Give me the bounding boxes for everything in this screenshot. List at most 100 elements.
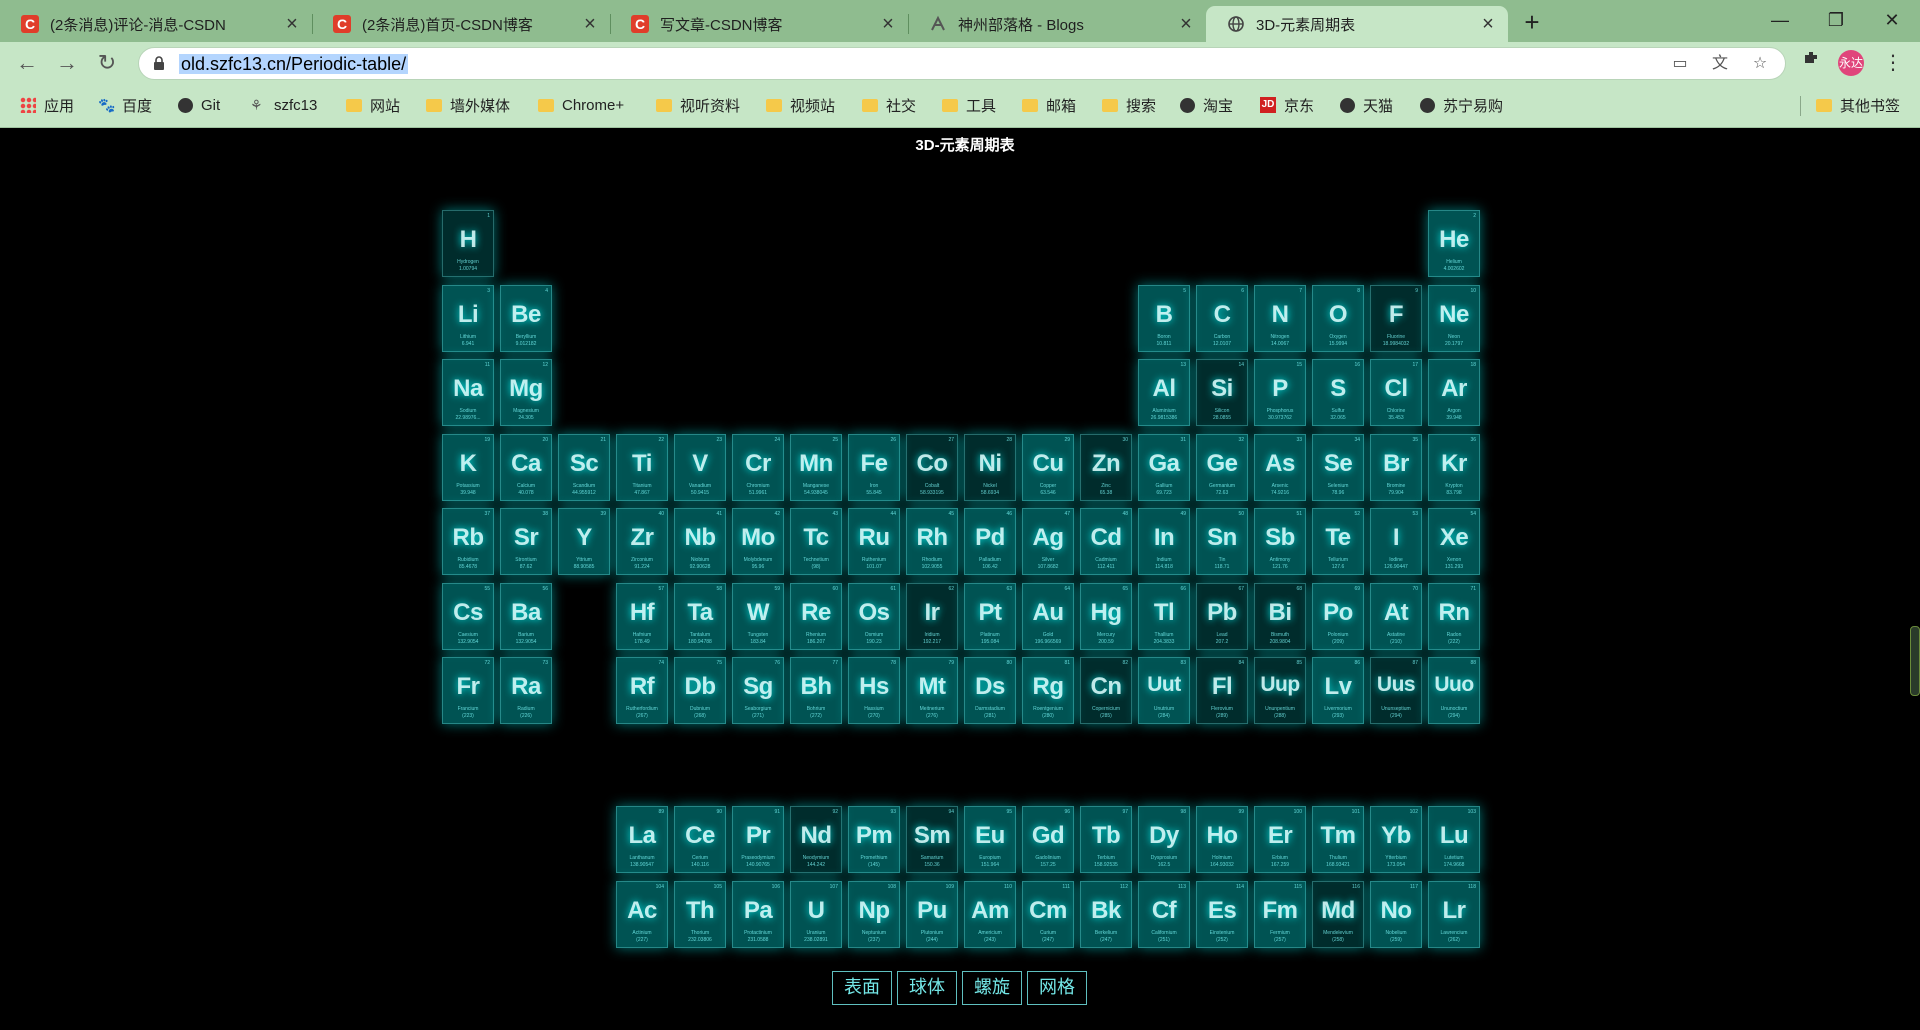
element-tile-na[interactable]: 11 Na Sodium 22.98976... [442, 359, 494, 426]
element-tile-he[interactable]: 2 He Helium 4.002602 [1428, 210, 1480, 277]
element-tile-es[interactable]: 114 Es Einstenium (252) [1196, 880, 1248, 948]
element-tile-mg[interactable]: 12 Mg Magnesium 24.305 [500, 359, 552, 426]
element-tile-at[interactable]: 70 At Astatine (210) [1370, 582, 1422, 650]
element-tile-hf[interactable]: 57 Hf Hafnium 178.49 [616, 582, 668, 650]
element-tile-ba[interactable]: 56 Ba Barium 132.9054 [500, 582, 552, 650]
element-tile-nd[interactable]: 92 Nd Neodymium 144.242 [790, 806, 842, 873]
element-tile-n[interactable]: 7 N Nitrogen 14.0067 [1254, 284, 1306, 352]
scrollbar-thumb[interactable] [1910, 626, 1920, 696]
element-tile-cm[interactable]: 111 Cm Curium (247) [1022, 880, 1074, 948]
element-tile-zr[interactable]: 40 Zr Zirconium 91.224 [616, 508, 668, 575]
element-tile-h[interactable]: 1 H Hydrogen 1.00794 [442, 210, 494, 277]
element-tile-li[interactable]: 3 Li Lithium 6.941 [442, 284, 494, 352]
element-tile-bk[interactable]: 112 Bk Berkelium (247) [1080, 880, 1132, 948]
element-tile-mt[interactable]: 79 Mt Meitnerium (276) [906, 657, 958, 724]
element-tile-w[interactable]: 59 W Tungsten 183.84 [732, 582, 784, 650]
element-tile-au[interactable]: 64 Au Gold 196.966569 [1022, 582, 1074, 650]
element-tile-eu[interactable]: 95 Eu Europium 151.964 [964, 806, 1016, 873]
element-tile-cd[interactable]: 48 Cd Cadmium 112.411 [1080, 508, 1132, 575]
element-tile-ne[interactable]: 10 Ne Neon 20.1797 [1428, 284, 1480, 352]
element-tile-f[interactable]: 9 F Fluorine 18.9984032 [1370, 284, 1422, 352]
element-tile-rg[interactable]: 81 Rg Roentgenium (280) [1022, 657, 1074, 724]
element-tile-i[interactable]: 53 I Iodine 126.90447 [1370, 508, 1422, 575]
element-tile-hg[interactable]: 65 Hg Mercury 200.59 [1080, 582, 1132, 650]
element-tile-se[interactable]: 34 Se Selenium 78.96 [1312, 433, 1364, 501]
element-tile-p[interactable]: 15 P Phosphorus 30.973762 [1254, 359, 1306, 426]
element-tile-pb[interactable]: 67 Pb Lead 207.2 [1196, 582, 1248, 650]
element-tile-nb[interactable]: 41 Nb Niobium 92.90628 [674, 508, 726, 575]
element-tile-sb[interactable]: 51 Sb Antimony 121.76 [1254, 508, 1306, 575]
element-tile-cr[interactable]: 24 Cr Chromium 51.9961 [732, 433, 784, 501]
element-tile-ce[interactable]: 90 Ce Cerium 140.116 [674, 806, 726, 873]
element-tile-hs[interactable]: 78 Hs Hassium (270) [848, 657, 900, 724]
element-tile-fm[interactable]: 115 Fm Fermium (257) [1254, 880, 1306, 948]
element-tile-y[interactable]: 39 Y Yttrium 88.90585 [558, 508, 610, 575]
element-tile-er[interactable]: 100 Er Erbium 167.259 [1254, 806, 1306, 873]
element-tile-rb[interactable]: 37 Rb Rubidium 85.4678 [442, 508, 494, 575]
element-tile-ar[interactable]: 18 Ar Argon 39.948 [1428, 359, 1480, 426]
element-tile-fl[interactable]: 84 Fl Flerovium (289) [1196, 657, 1248, 724]
element-tile-tb[interactable]: 97 Tb Terbium 158.92535 [1080, 806, 1132, 873]
element-tile-ni[interactable]: 28 Ni Nickel 58.6934 [964, 433, 1016, 501]
element-tile-uus[interactable]: 87 Uus Ununseptium (294) [1370, 657, 1422, 724]
element-tile-os[interactable]: 61 Os Osmium 190.23 [848, 582, 900, 650]
element-tile-ir[interactable]: 62 Ir Iridium 192.217 [906, 582, 958, 650]
element-tile-rh[interactable]: 45 Rh Rhodium 102.9055 [906, 508, 958, 575]
element-tile-ho[interactable]: 99 Ho Holmium 164.93032 [1196, 806, 1248, 873]
element-tile-si[interactable]: 14 Si Silicon 28.0855 [1196, 359, 1248, 426]
element-tile-cf[interactable]: 113 Cf Californium (251) [1138, 880, 1190, 948]
element-tile-np[interactable]: 108 Np Neptunium (237) [848, 880, 900, 948]
element-tile-xe[interactable]: 54 Xe Xenon 131.293 [1428, 508, 1480, 575]
element-tile-sn[interactable]: 50 Sn Tin 118.71 [1196, 508, 1248, 575]
element-tile-yb[interactable]: 102 Yb Ytterbium 173.054 [1370, 806, 1422, 873]
element-tile-s[interactable]: 16 S Sulfur 32.065 [1312, 359, 1364, 426]
element-tile-ta[interactable]: 58 Ta Tantalum 180.94788 [674, 582, 726, 650]
element-tile-ac[interactable]: 104 Ac Actinium (227) [616, 880, 668, 948]
sphere-layout-button[interactable]: 球体 [897, 971, 957, 1005]
element-tile-in[interactable]: 49 In Indium 114.818 [1138, 508, 1190, 575]
element-tile-zn[interactable]: 30 Zn Zinc 65.38 [1080, 433, 1132, 501]
element-tile-tm[interactable]: 101 Tm Thulium 168.93421 [1312, 806, 1364, 873]
element-tile-ag[interactable]: 47 Ag Silver 107.8682 [1022, 508, 1074, 575]
element-tile-rn[interactable]: 71 Rn Radon (222) [1428, 582, 1480, 650]
helix-layout-button[interactable]: 螺旋 [962, 971, 1022, 1005]
element-tile-bh[interactable]: 77 Bh Bohrium (272) [790, 657, 842, 724]
element-tile-fr[interactable]: 72 Fr Francium (223) [442, 657, 494, 724]
element-tile-tc[interactable]: 43 Tc Technetium (98) [790, 508, 842, 575]
element-tile-ca[interactable]: 20 Ca Calcium 40.078 [500, 433, 552, 501]
grid-layout-button[interactable]: 网格 [1027, 971, 1087, 1005]
table-layout-button[interactable]: 表面 [832, 971, 892, 1005]
element-tile-ds[interactable]: 80 Ds Darmstadium (281) [964, 657, 1016, 724]
element-tile-pr[interactable]: 91 Pr Praseodymium 140.90765 [732, 806, 784, 873]
element-tile-mn[interactable]: 25 Mn Manganese 54.938045 [790, 433, 842, 501]
element-tile-pt[interactable]: 63 Pt Platinum 195.084 [964, 582, 1016, 650]
element-tile-dy[interactable]: 98 Dy Dysprosium 162.5 [1138, 806, 1190, 873]
element-tile-no[interactable]: 117 No Nobelium (259) [1370, 880, 1422, 948]
element-tile-cn[interactable]: 82 Cn Copernicium (285) [1080, 657, 1132, 724]
element-tile-fe[interactable]: 26 Fe Iron 55.845 [848, 433, 900, 501]
element-tile-sc[interactable]: 21 Sc Scandium 44.955912 [558, 433, 610, 501]
element-tile-pd[interactable]: 46 Pd Palladium 106.42 [964, 508, 1016, 575]
element-tile-gd[interactable]: 96 Gd Gadolinium 157.25 [1022, 806, 1074, 873]
element-tile-cu[interactable]: 29 Cu Copper 63.546 [1022, 433, 1074, 501]
element-tile-po[interactable]: 69 Po Polonium (209) [1312, 582, 1364, 650]
element-tile-u[interactable]: 107 U Uranium 238.02891 [790, 880, 842, 948]
element-tile-cs[interactable]: 55 Cs Caesium 132.9054 [442, 582, 494, 650]
element-tile-cl[interactable]: 17 Cl Chlorine 35.453 [1370, 359, 1422, 426]
element-tile-ga[interactable]: 31 Ga Gallium 69.723 [1138, 433, 1190, 501]
element-tile-ra[interactable]: 73 Ra Radium (226) [500, 657, 552, 724]
element-tile-b[interactable]: 5 B Boron 10.811 [1138, 284, 1190, 352]
element-tile-la[interactable]: 89 La Lanthanum 138.90547 [616, 806, 668, 873]
element-tile-rf[interactable]: 74 Rf Rutherfordium (267) [616, 657, 668, 724]
element-tile-mo[interactable]: 42 Mo Molybdenum 95.96 [732, 508, 784, 575]
element-tile-tl[interactable]: 66 Tl Thallium 204.3833 [1138, 582, 1190, 650]
element-tile-pu[interactable]: 109 Pu Plutonium (244) [906, 880, 958, 948]
element-tile-pa[interactable]: 106 Pa Protactinium 231.0588 [732, 880, 784, 948]
element-tile-ge[interactable]: 32 Ge Germanium 72.63 [1196, 433, 1248, 501]
element-tile-th[interactable]: 105 Th Thorium 232.03806 [674, 880, 726, 948]
element-tile-c[interactable]: 6 C Carbon 12.0107 [1196, 284, 1248, 352]
element-tile-uut[interactable]: 83 Uut Unutrium (284) [1138, 657, 1190, 724]
element-tile-sg[interactable]: 76 Sg Seaborgium (271) [732, 657, 784, 724]
element-tile-v[interactable]: 23 V Vanadium 50.9415 [674, 433, 726, 501]
element-tile-kr[interactable]: 36 Kr Krypton 83.798 [1428, 433, 1480, 501]
